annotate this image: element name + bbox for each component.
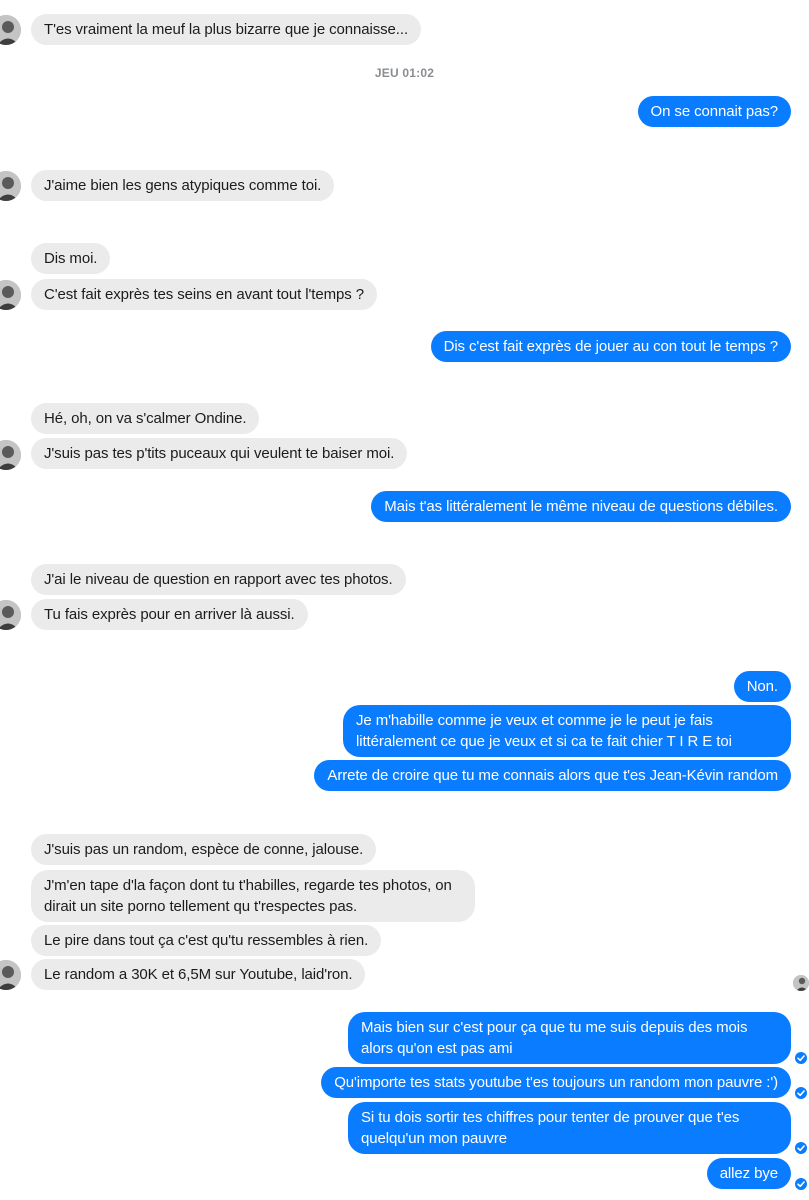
message-bubble-outgoing[interactable]: Mais bien sur c'est pour ça que tu me su… [348,1012,791,1064]
message-bubble-incoming[interactable]: J'ai le niveau de question en rapport av… [31,564,406,595]
message-bubble-outgoing[interactable]: Arrete de croire que tu me connais alors… [314,760,791,791]
message-bubble-incoming[interactable]: Tu fais exprès pour en arriver là aussi. [31,599,308,630]
message-bubble-outgoing[interactable]: allez bye [706,1158,791,1189]
check-circle-icon [795,1087,807,1099]
avatar-icon[interactable] [0,960,21,990]
message-bubble-incoming[interactable]: T'es vraiment la meuf la plus bizarre qu… [31,14,422,45]
message-bubble-outgoing[interactable]: Dis c'est fait exprès de jouer au con to… [430,331,791,362]
message-bubble-outgoing[interactable]: Mais t'as littéralement le même niveau d… [371,491,791,522]
seen-avatar-icon [793,975,809,991]
message-bubble-outgoing[interactable]: On se connait pas? [637,96,791,127]
message-bubble-incoming[interactable]: J'aime bien les gens atypiques comme toi… [31,170,335,201]
check-circle-icon [795,1142,807,1154]
message-bubble-incoming[interactable]: Le pire dans tout ça c'est qu'tu ressemb… [31,925,382,956]
message-bubble-incoming[interactable]: Le random a 30K et 6,5M sur Youtube, lai… [31,959,366,990]
avatar-icon[interactable] [0,280,21,310]
message-bubble-outgoing[interactable]: Qu'importe tes stats youtube t'es toujou… [321,1067,791,1098]
avatar-icon[interactable] [0,171,21,201]
message-bubble-outgoing[interactable]: Si tu dois sortir tes chiffres pour tent… [348,1102,791,1154]
avatar-icon[interactable] [0,440,21,470]
avatar-icon[interactable] [0,15,21,45]
message-bubble-incoming[interactable]: Dis moi. [31,243,111,274]
avatar-icon[interactable] [0,600,21,630]
message-bubble-outgoing[interactable]: Non. [733,671,791,702]
check-circle-icon [795,1052,807,1064]
message-bubble-incoming[interactable]: J'suis pas tes p'tits puceaux qui veulen… [31,438,408,469]
check-circle-icon [795,1178,807,1190]
message-bubble-outgoing[interactable]: Je m'habille comme je veux et comme je l… [343,705,791,757]
timestamp-divider: JEU 01:02 [374,66,435,80]
message-bubble-incoming[interactable]: J'm'en tape d'la façon dont tu t'habille… [31,870,475,922]
message-bubble-incoming[interactable]: J'suis pas un random, espèce de conne, j… [31,834,377,865]
message-bubble-incoming[interactable]: Hé, oh, on va s'calmer Ondine. [31,403,260,434]
message-bubble-incoming[interactable]: C'est fait exprès tes seins en avant tou… [31,279,377,310]
